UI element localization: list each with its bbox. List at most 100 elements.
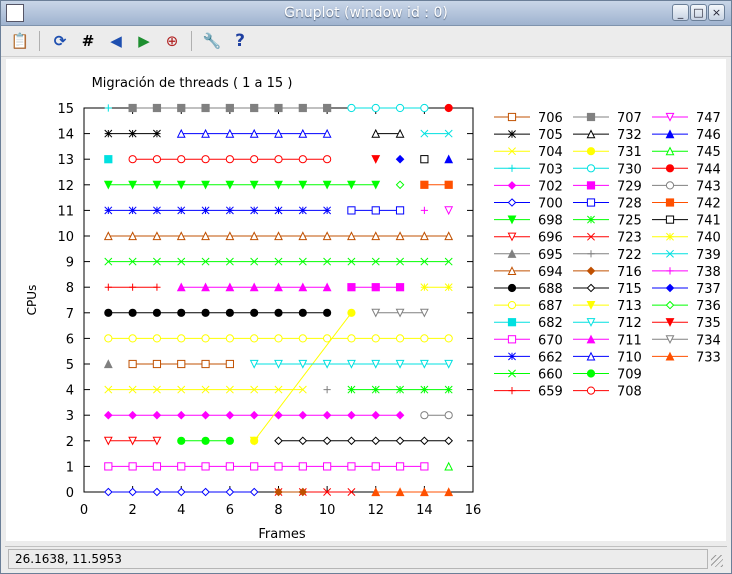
data-point — [104, 334, 113, 343]
data-point — [395, 283, 405, 292]
legend-label: 703 — [538, 162, 563, 177]
x-tick-label: 6 — [226, 503, 234, 518]
legend-label: 728 — [617, 197, 642, 212]
data-point — [152, 359, 162, 369]
legend-entry: 733 — [652, 350, 721, 365]
legend-label: 688 — [538, 282, 563, 297]
legend-label: 660 — [538, 368, 563, 383]
data-point — [250, 206, 259, 215]
series-742 — [420, 180, 453, 189]
legend-entry: 723 — [573, 231, 642, 246]
window-title: Gnuplot (window id : 0) — [284, 5, 448, 21]
data-point — [201, 410, 210, 420]
x-tick-label: 16 — [465, 503, 482, 518]
gnuplot-window: Gnuplot (window id : 0) _ □ × 📋 ⟳ # ◀ ▶ … — [0, 0, 732, 574]
series-700 — [104, 487, 259, 497]
data-point — [371, 103, 380, 113]
data-point — [201, 103, 210, 113]
minimize-button[interactable]: _ — [672, 4, 689, 21]
legend-label: 722 — [617, 248, 642, 263]
legend-label: 695 — [538, 248, 563, 263]
y-tick-label: 15 — [57, 102, 74, 117]
zoom-next-icon[interactable]: ▶ — [133, 30, 155, 52]
legend-entry: 696 — [494, 231, 563, 246]
legend-label: 741 — [696, 214, 721, 229]
resize-grip[interactable] — [711, 555, 723, 567]
data-point — [420, 436, 429, 446]
data-point — [395, 154, 405, 164]
data-point — [152, 155, 162, 164]
toolbar: 📋 ⟳ # ◀ ▶ ⊕ 🔧 ? — [1, 26, 731, 57]
legend-marker — [665, 164, 675, 173]
legend-marker — [586, 386, 596, 395]
legend-label: 745 — [696, 145, 721, 160]
legend-label: 670 — [538, 333, 563, 348]
data-point — [274, 334, 283, 343]
data-point — [201, 206, 210, 215]
series-738 — [420, 206, 428, 214]
data-point — [250, 103, 259, 113]
legend-entry: 703 — [494, 162, 563, 177]
replot-icon[interactable]: ⟳ — [49, 30, 71, 52]
series-705 — [104, 129, 161, 138]
legend-label: 742 — [696, 197, 721, 212]
series-737 — [395, 154, 405, 164]
data-point — [395, 436, 405, 446]
data-point — [201, 308, 210, 317]
series-715 — [274, 436, 453, 446]
legend-label: 705 — [538, 128, 563, 143]
legend-marker — [507, 198, 517, 207]
help-icon[interactable]: ? — [229, 30, 251, 52]
data-point — [420, 334, 429, 343]
legend-label: 687 — [538, 299, 563, 314]
legend-label: 659 — [538, 385, 563, 400]
legend-entry: 659 — [494, 385, 563, 400]
autoscale-icon[interactable]: ⊕ — [161, 30, 183, 52]
data-point — [323, 308, 332, 317]
data-point — [371, 436, 381, 446]
legend-label: 710 — [617, 350, 642, 365]
data-point — [225, 308, 234, 317]
legend-entry: 741 — [652, 214, 721, 229]
legend-marker — [508, 164, 516, 172]
legend-entry: 739 — [652, 248, 721, 263]
data-point — [395, 206, 405, 215]
data-point — [104, 155, 113, 164]
series-687 — [104, 334, 453, 343]
y-tick-label: 2 — [66, 435, 74, 450]
data-point — [225, 436, 234, 445]
data-point — [347, 410, 356, 420]
legend-label: 706 — [538, 111, 563, 126]
data-point — [104, 308, 113, 317]
data-point — [225, 359, 234, 369]
data-point — [152, 129, 161, 138]
zoom-prev-icon[interactable]: ◀ — [105, 30, 127, 52]
options-wrench-icon[interactable]: 🔧 — [201, 30, 223, 52]
data-point — [274, 155, 283, 164]
data-point — [201, 359, 210, 369]
legend-label: 747 — [696, 111, 721, 126]
data-point — [274, 206, 283, 215]
data-point — [298, 410, 308, 420]
data-point — [323, 155, 332, 164]
legend-label: 731 — [617, 145, 642, 160]
toolbar-separator — [39, 31, 40, 51]
close-button[interactable]: × — [708, 4, 725, 21]
grid-icon[interactable]: # — [77, 30, 99, 52]
y-tick-label: 7 — [66, 307, 74, 322]
data-point — [444, 411, 453, 420]
x-tick-label: 12 — [367, 503, 384, 518]
plot-area[interactable]: Migración de threads ( 1 a 15 ) Frames C… — [6, 59, 726, 542]
legend-entry: 695 — [494, 248, 563, 263]
data-point — [420, 283, 429, 292]
maximize-button[interactable]: □ — [690, 4, 707, 21]
data-point — [250, 308, 259, 317]
x-tick-label: 0 — [80, 503, 88, 518]
legend-entry: 732 — [573, 128, 642, 143]
legend-entry: 698 — [494, 214, 563, 229]
data-point — [201, 334, 210, 343]
data-point — [177, 436, 186, 445]
legend-label: 729 — [617, 179, 642, 194]
title-bar[interactable]: Gnuplot (window id : 0) _ □ × — [1, 1, 731, 26]
copy-clipboard-icon[interactable]: 📋 — [9, 30, 31, 52]
